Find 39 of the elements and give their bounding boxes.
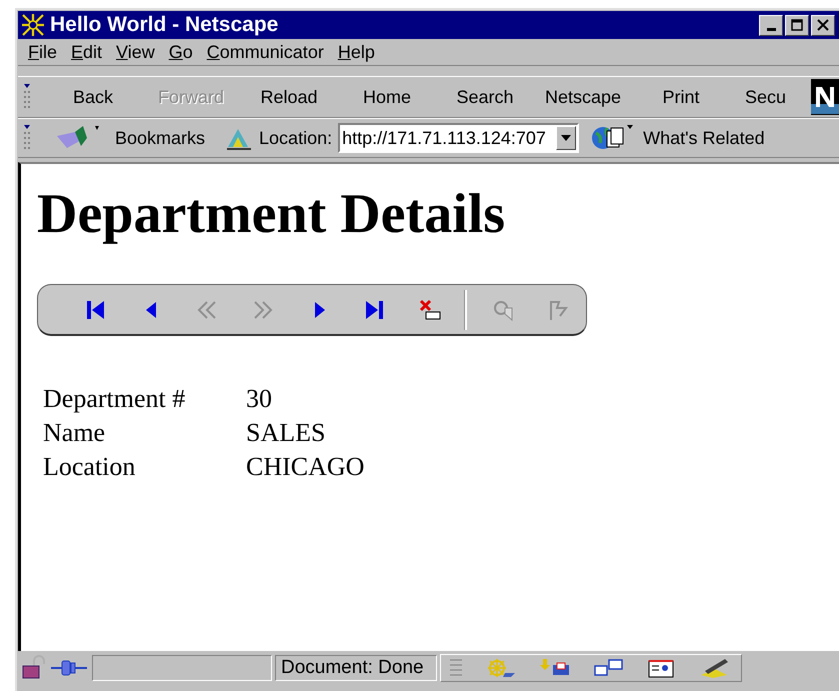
minimize-button[interactable]: [759, 14, 783, 36]
address-card-icon[interactable]: [647, 657, 675, 679]
menu-item[interactable]: Help: [336, 42, 383, 62]
toolbar-button[interactable]: Reload: [241, 86, 337, 108]
toolbar-button[interactable]: Secu: [731, 86, 786, 108]
whats-related-button[interactable]: What's Related: [591, 123, 765, 153]
toolbar-button[interactable]: Print: [633, 86, 729, 108]
toolbar-button[interactable]: Home: [339, 86, 435, 108]
menu-item[interactable]: File: [26, 42, 66, 62]
maximize-icon: [791, 19, 803, 31]
toolbar-button[interactable]: Search: [437, 86, 533, 108]
menu-item[interactable]: Edit: [69, 42, 110, 62]
field-value: 30: [246, 383, 273, 415]
minimize-icon: [766, 28, 776, 30]
field-value: CHICAGO: [246, 451, 364, 483]
field-label: Name: [43, 417, 106, 449]
menu-item[interactable]: Communicator: [204, 42, 332, 62]
toolbar-grip-icon: [23, 124, 31, 152]
maximize-button[interactable]: [785, 14, 809, 36]
navigator-wheel-icon[interactable]: [485, 657, 517, 679]
chat-bubbles-icon[interactable]: [593, 657, 625, 679]
bookmarks-button[interactable]: Bookmarks: [55, 124, 206, 152]
page-heading: Department Details: [37, 184, 506, 244]
close-icon: [817, 19, 829, 31]
menu-item[interactable]: View: [114, 42, 163, 62]
window-title: Hello World - Netscape: [50, 13, 280, 37]
padlock-icon[interactable]: [20, 655, 46, 681]
field-label: Location: [43, 451, 136, 483]
location-field[interactable]: http://171.71.113.124:707: [338, 123, 580, 153]
status-text: Document: Done: [275, 655, 437, 681]
toolbar-grip-icon: [23, 83, 31, 111]
field-value: SALES: [246, 417, 326, 449]
location-label: Location:: [259, 128, 332, 148]
delete-record-icon[interactable]: [418, 298, 442, 322]
close-button[interactable]: [811, 14, 835, 36]
toolbar-button[interactable]: Netscape: [535, 86, 631, 108]
toolbar-button[interactable]: Back: [45, 86, 141, 108]
field-label: Department #: [43, 383, 186, 415]
menu-item[interactable]: Go: [166, 42, 201, 62]
